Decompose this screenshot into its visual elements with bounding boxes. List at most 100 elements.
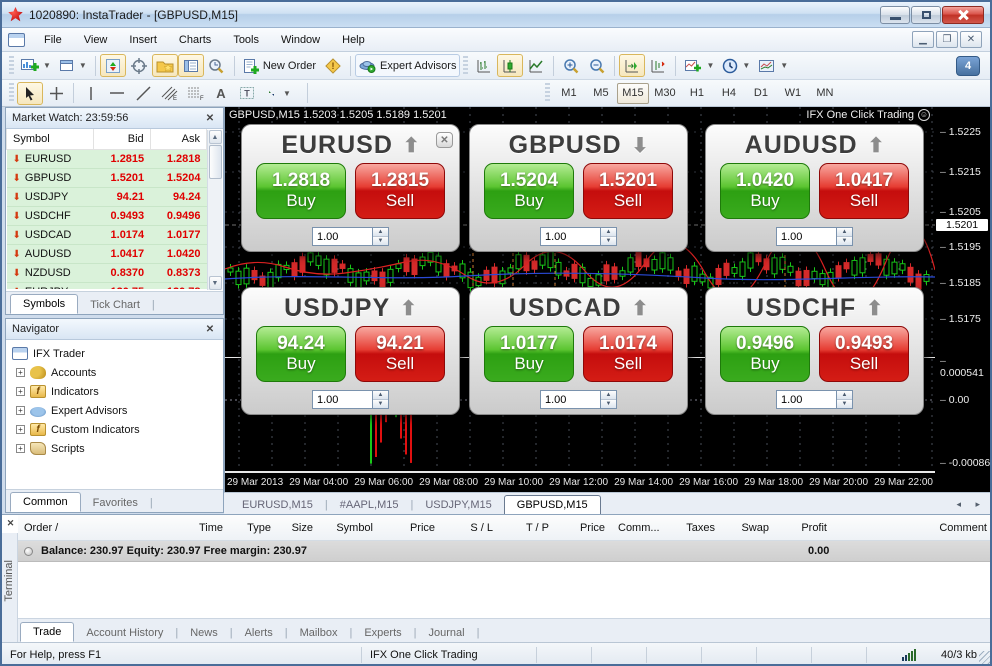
tree-item-accounts[interactable]: + Accounts <box>12 363 223 382</box>
menu-window[interactable]: Window <box>270 31 331 49</box>
templates-button[interactable]: ▼ <box>754 54 792 77</box>
chart-area[interactable]: GBPUSD,M15 1.5203 1.5205 1.5189 1.5201 I… <box>224 107 992 492</box>
tree-item-root[interactable]: IFX Trader <box>12 344 223 363</box>
tab-mailbox[interactable]: Mailbox <box>288 624 350 642</box>
table-row[interactable]: ⬇USDCHF0.94930.9496 <box>7 207 207 226</box>
menu-view[interactable]: View <box>73 31 119 49</box>
resize-grip[interactable] <box>979 651 992 665</box>
buy-button[interactable]: 1.5204Buy <box>484 163 574 219</box>
menu-charts[interactable]: Charts <box>168 31 222 49</box>
scroll-down-icon[interactable]: ▼ <box>209 276 222 290</box>
col-time[interactable]: Time <box>148 522 230 534</box>
new-chart-button[interactable]: ▼ <box>17 54 55 77</box>
tab-account-history[interactable]: Account History <box>74 624 175 642</box>
buy-button[interactable]: 94.24Buy <box>256 326 346 382</box>
col-tp[interactable]: T / P <box>500 522 556 534</box>
candlestick-button[interactable] <box>497 54 523 77</box>
arrows-tool[interactable]: ▼ <box>260 82 295 105</box>
trendline-tool[interactable] <box>130 82 156 105</box>
status-mode[interactable]: IFX One Click Trading <box>362 647 537 663</box>
tree-item-indicators[interactable]: + Indicators <box>12 382 223 401</box>
volume-input[interactable] <box>776 227 836 246</box>
volume-stepper[interactable]: ▲▼ <box>600 390 617 409</box>
strategy-tester-button[interactable] <box>204 54 230 77</box>
col-commission[interactable]: Comm... <box>612 522 666 534</box>
table-row[interactable]: ⬇AUDUSD1.04171.0420 <box>7 245 207 264</box>
table-row[interactable]: ⬇GBPUSD1.52011.5204 <box>7 169 207 188</box>
text-tool[interactable]: A <box>208 82 234 105</box>
price-scale[interactable]: 1.5225 1.5215 1.5205 1.5201 1.5195 1.518… <box>934 107 992 472</box>
zoom-out-button[interactable] <box>584 54 610 77</box>
timeframe-m5[interactable]: M5 <box>585 83 617 104</box>
market-watch-close-icon[interactable]: ✕ <box>203 111 217 125</box>
market-watch-scrollbar[interactable]: ▲ ▼ <box>207 130 222 290</box>
crosshair-tool[interactable] <box>43 82 69 105</box>
periods-button[interactable]: ▼ <box>718 54 754 77</box>
col-taxes[interactable]: Taxes <box>666 522 722 534</box>
tab-tick-chart[interactable]: Tick Chart <box>78 296 152 314</box>
tab-symbols[interactable]: Symbols <box>10 294 78 314</box>
timeframe-m30[interactable]: M30 <box>649 83 681 104</box>
mdi-close-button[interactable]: ✕ <box>960 31 982 48</box>
volume-input[interactable] <box>540 227 600 246</box>
navigator-toggle[interactable] <box>152 54 178 77</box>
timeframe-m15[interactable]: M15 <box>617 83 649 104</box>
panel-close-icon[interactable]: ✕ <box>436 132 453 148</box>
tab-experts[interactable]: Experts <box>352 624 413 642</box>
table-row[interactable]: ⬇EURJPY120.75120.78 <box>7 283 207 290</box>
chart-tab-eurusd[interactable]: EURUSD,M15 <box>230 496 325 514</box>
timeframe-mn[interactable]: MN <box>809 83 841 104</box>
volume-stepper[interactable]: ▲▼ <box>372 390 389 409</box>
col-price2[interactable]: Price <box>556 522 612 534</box>
tab-scroll-arrows[interactable]: ◂ ▸ <box>956 499 986 514</box>
volume-stepper[interactable]: ▲▼ <box>836 390 853 409</box>
buy-button[interactable]: 0.9496Buy <box>720 326 810 382</box>
sell-button[interactable]: 1.0174Sell <box>583 326 673 382</box>
sell-button[interactable]: 1.2815Sell <box>355 163 445 219</box>
expand-icon[interactable]: + <box>16 368 25 377</box>
col-price1[interactable]: Price <box>380 522 442 534</box>
timeframe-d1[interactable]: D1 <box>745 83 777 104</box>
volume-stepper[interactable]: ▲▼ <box>600 227 617 246</box>
alert-button[interactable]: ! <box>320 54 346 77</box>
indicators-button[interactable]: ▼ <box>680 54 718 77</box>
tab-common[interactable]: Common <box>10 492 81 512</box>
buy-button[interactable]: 1.0420Buy <box>720 163 810 219</box>
volume-stepper[interactable]: ▲▼ <box>836 227 853 246</box>
col-symbol[interactable]: Symbol <box>320 522 380 534</box>
expert-advisors-button[interactable]: Expert Advisors <box>355 54 460 77</box>
tree-item-expert-advisors[interactable]: + Expert Advisors <box>12 401 223 420</box>
tab-trade[interactable]: Trade <box>20 622 74 642</box>
scrollbar-thumb[interactable] <box>209 145 222 179</box>
volume-input[interactable] <box>776 390 836 409</box>
text-label-tool[interactable]: T <box>234 82 260 105</box>
buy-button[interactable]: 1.0177Buy <box>484 326 574 382</box>
tab-favorites[interactable]: Favorites <box>81 494 150 512</box>
close-button[interactable] <box>942 6 984 24</box>
toolbar-grip[interactable] <box>9 83 14 103</box>
market-watch-toggle[interactable] <box>100 54 126 77</box>
table-row[interactable]: ⬇USDCAD1.01741.0177 <box>7 226 207 245</box>
expand-icon[interactable]: + <box>16 387 25 396</box>
expand-icon[interactable]: + <box>16 406 25 415</box>
col-type[interactable]: Type <box>230 522 278 534</box>
auto-scroll-button[interactable] <box>619 54 645 77</box>
tab-news[interactable]: News <box>178 624 230 642</box>
restore-button[interactable] <box>911 6 941 24</box>
timeframe-w1[interactable]: W1 <box>777 83 809 104</box>
chart-shift-button[interactable] <box>645 54 671 77</box>
chart-tab-usdjpy[interactable]: USDJPY,M15 <box>413 496 503 514</box>
horizontal-line-tool[interactable] <box>104 82 130 105</box>
cursor-tool[interactable] <box>17 82 43 105</box>
time-axis[interactable]: 29 Mar 2013 29 Mar 04:00 29 Mar 06:00 29… <box>225 472 935 492</box>
table-row[interactable]: ⬇EURUSD1.28151.2818 <box>7 150 207 169</box>
tab-alerts[interactable]: Alerts <box>233 624 285 642</box>
terminal-toggle[interactable] <box>178 54 204 77</box>
sell-button[interactable]: 1.5201Sell <box>583 163 673 219</box>
timeframe-h1[interactable]: H1 <box>681 83 713 104</box>
zoom-in-button[interactable] <box>558 54 584 77</box>
bar-chart-button[interactable] <box>471 54 497 77</box>
sell-button[interactable]: 94.21Sell <box>355 326 445 382</box>
sell-button[interactable]: 1.0417Sell <box>819 163 909 219</box>
chat-badge[interactable]: 4 <box>956 56 980 76</box>
